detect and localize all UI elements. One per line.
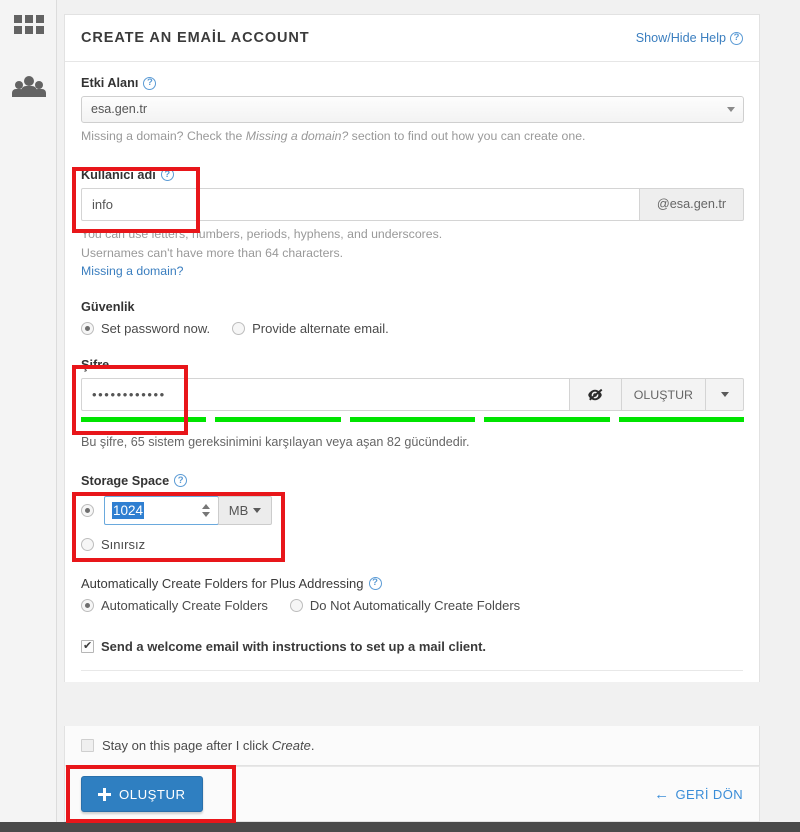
domain-select-value: esa.gen.tr xyxy=(91,102,148,116)
radio-auto-create-folders[interactable] xyxy=(81,598,94,612)
password-options-dropdown-button[interactable] xyxy=(706,378,744,412)
security-option-alternate-email[interactable]: Provide alternate email. xyxy=(232,321,389,336)
domain-helptext: Missing a domain? Check the Missing a do… xyxy=(81,128,743,146)
strength-segment xyxy=(484,417,610,423)
password-strength-text: Bu şifre, 65 sistem gereksinimini karşıl… xyxy=(81,435,470,450)
storage-label-row: Storage Space ? xyxy=(81,474,743,488)
chevron-down-icon xyxy=(253,507,262,513)
storage-unit-label: MB xyxy=(228,502,249,518)
folders-option-manual[interactable]: Do Not Automatically Create Folders xyxy=(289,597,521,613)
panel-header: CREATE AN EMAİL ACCOUNT Show/Hide Help ? xyxy=(65,15,759,62)
radio-set-password[interactable] xyxy=(81,322,94,336)
radio-do-not-create-folders[interactable] xyxy=(289,598,303,612)
strength-segment xyxy=(81,417,207,423)
domain-label-row: Etki Alanı ? xyxy=(81,76,743,90)
domain-label: Etki Alanı xyxy=(81,76,139,90)
sidebar-item-apps[interactable] xyxy=(0,0,57,48)
create-button-label: OLUŞTUR xyxy=(119,786,186,802)
radio-storage-unlimited[interactable] xyxy=(81,537,94,551)
folders-label: Automatically Create Folders for Plus Ad… xyxy=(81,575,364,591)
go-back-link[interactable]: ← GERİ DÖN xyxy=(654,787,743,802)
storage-quota-input[interactable]: 1024 xyxy=(105,497,198,524)
sidebar-item-users[interactable] xyxy=(0,62,57,110)
folders-label-row: Automatically Create Folders for Plus Ad… xyxy=(81,576,743,591)
grid-icon xyxy=(13,14,44,34)
folders-option-1-label: Do Not Automatically Create Folders xyxy=(309,597,521,613)
left-sidebar xyxy=(0,0,57,832)
show-hide-help-link[interactable]: Show/Hide Help ? xyxy=(636,31,743,45)
folders-option-auto[interactable]: Automatically Create Folders xyxy=(81,598,268,613)
generate-password-button[interactable]: OLUŞTUR xyxy=(621,378,706,412)
security-label: Güvenlik xyxy=(81,300,135,315)
security-option-1-label: Provide alternate email. xyxy=(252,321,389,337)
welcome-email-label: Send a welcome email with instructions t… xyxy=(101,638,487,654)
domain-helptext-before: Missing a domain? Check the xyxy=(81,129,246,143)
domain-helptext-after: section to find out how you can create o… xyxy=(348,129,586,143)
missing-domain-link[interactable]: Missing a domain? xyxy=(81,264,743,278)
stay-on-page-row[interactable]: Stay on this page after I click Create. xyxy=(64,726,760,766)
caret-down-icon[interactable] xyxy=(202,511,210,517)
storage-quota-row: 1024 MB xyxy=(81,495,743,525)
username-input[interactable] xyxy=(81,187,640,221)
arrow-left-icon: ← xyxy=(654,785,670,803)
password-label: Şifre xyxy=(81,358,110,373)
domain-select[interactable]: esa.gen.tr xyxy=(81,96,744,123)
chevron-down-icon xyxy=(720,392,729,398)
chevron-down-icon xyxy=(727,107,735,112)
toggle-password-visibility-button[interactable] xyxy=(569,378,622,412)
folders-option-0-label: Automatically Create Folders xyxy=(101,597,268,613)
create-button[interactable]: OLUŞTUR xyxy=(81,776,203,812)
go-back-label: GERİ DÖN xyxy=(675,786,743,802)
storage-quota-value: 1024 xyxy=(112,501,145,519)
page-title: CREATE AN EMAİL ACCOUNT xyxy=(81,30,310,46)
storage-label: Storage Space xyxy=(81,473,170,488)
password-input-group: OLUŞTUR xyxy=(81,378,744,412)
quantity-stepper[interactable] xyxy=(198,497,218,524)
strength-segment xyxy=(349,417,476,423)
show-hide-help-label: Show/Hide Help xyxy=(635,31,726,45)
username-hint-1: You can use letters, numbers, periods, h… xyxy=(81,226,443,241)
security-option-0-label: Set password now. xyxy=(101,321,211,337)
question-mark-icon[interactable]: ? xyxy=(730,31,743,45)
username-label: Kullanıcı adı xyxy=(81,167,156,182)
question-mark-icon[interactable]: ? xyxy=(174,474,188,488)
bottom-strip xyxy=(0,822,800,832)
stay-on-page-checkbox[interactable] xyxy=(81,739,94,752)
panel-body: Etki Alanı ? esa.gen.tr Missing a domain… xyxy=(65,62,759,682)
stay-on-page-prefix: Stay on this page after I click xyxy=(102,738,272,753)
stay-on-page-suffix: . xyxy=(310,738,315,753)
question-mark-icon[interactable]: ? xyxy=(160,168,174,182)
username-hint-2: Usernames can't have more than 64 charac… xyxy=(81,245,344,260)
welcome-email-row[interactable]: Send a welcome email with instructions t… xyxy=(81,639,743,654)
welcome-email-checkbox[interactable] xyxy=(81,639,94,653)
caret-up-icon[interactable] xyxy=(202,503,210,509)
radio-storage-quota[interactable] xyxy=(81,503,94,517)
radio-alternate-email[interactable] xyxy=(232,322,246,336)
plus-icon xyxy=(98,787,111,801)
username-label-row: Kullanıcı adı ? xyxy=(81,168,743,182)
stay-on-page-label: Stay on this page after I click Create. xyxy=(102,738,314,753)
domain-select-wrap[interactable]: esa.gen.tr xyxy=(81,96,744,123)
panel-actions: OLUŞTUR ← GERİ DÖN xyxy=(64,766,760,822)
password-input[interactable] xyxy=(81,378,570,412)
storage-unlimited-row[interactable]: Sınırsız xyxy=(81,537,743,552)
question-mark-icon[interactable]: ? xyxy=(143,76,157,90)
generate-password-label: OLUŞTUR xyxy=(633,387,693,402)
username-domain-suffix: @esa.gen.tr xyxy=(640,187,744,221)
stay-on-page-italic: Create xyxy=(271,738,311,753)
strength-segment xyxy=(215,417,341,423)
domain-helptext-italic: Missing a domain? xyxy=(245,129,349,143)
question-mark-icon[interactable]: ? xyxy=(368,576,382,590)
create-email-account-panel: CREATE AN EMAİL ACCOUNT Show/Hide Help ?… xyxy=(64,14,760,682)
storage-unlimited-label: Sınırsız xyxy=(101,536,146,552)
eye-slash-icon xyxy=(588,388,603,401)
people-icon xyxy=(11,75,46,97)
screen: CREATE AN EMAİL ACCOUNT Show/Hide Help ?… xyxy=(0,0,800,832)
storage-unit-dropdown[interactable]: MB xyxy=(218,495,272,525)
password-strength-meter xyxy=(81,417,745,423)
strength-segment xyxy=(618,417,745,423)
security-option-set-password[interactable]: Set password now. xyxy=(81,321,210,336)
storage-quota-field[interactable]: 1024 xyxy=(104,495,219,525)
username-input-group: @esa.gen.tr xyxy=(81,187,744,221)
